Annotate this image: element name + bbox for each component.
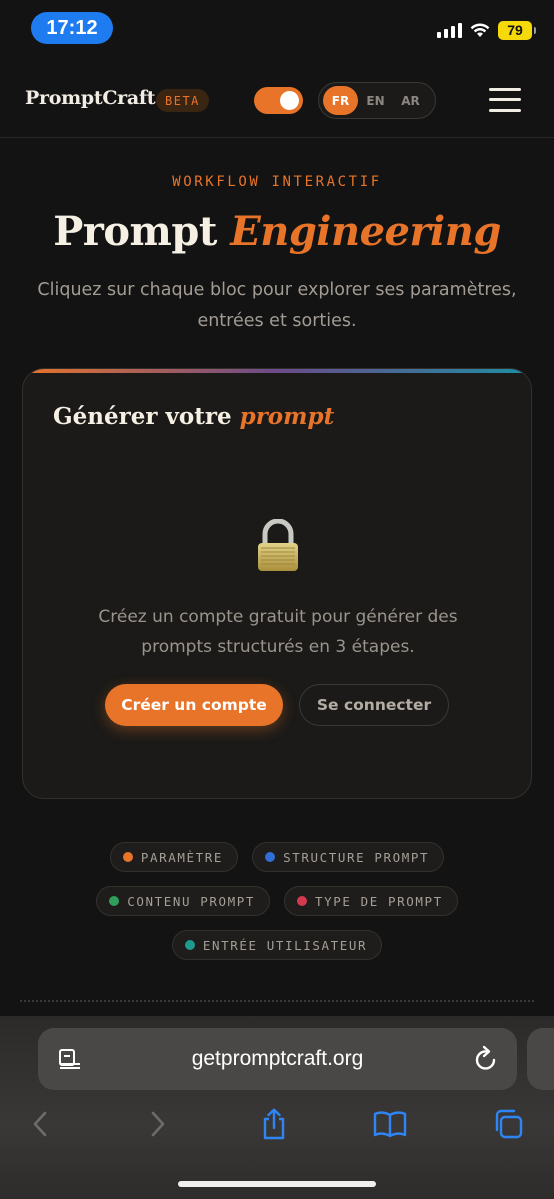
- legend-dot: [109, 896, 120, 906]
- title-accent: Engineering: [230, 208, 501, 255]
- language-switcher: FR EN AR: [318, 82, 436, 119]
- legend-chip-structure[interactable]: STRUCTURE PROMPT: [252, 842, 445, 872]
- legend-label: CONTENU PROMPT: [127, 893, 255, 909]
- create-account-button[interactable]: Créer un compte: [105, 684, 283, 726]
- status-indicators: 79: [437, 20, 536, 40]
- legend-label: TYPE DE PROMPT: [315, 893, 443, 909]
- address-bar[interactable]: getpromptcraft.org: [38, 1028, 517, 1090]
- reload-icon[interactable]: [473, 1045, 499, 1073]
- login-button[interactable]: Se connecter: [299, 684, 449, 726]
- status-bar: 17:12 79: [0, 0, 554, 56]
- title-plain: Prompt: [53, 208, 217, 255]
- legend-chip-entree[interactable]: ENTRÉE UTILISATEUR: [171, 930, 383, 960]
- legend-chip-contenu[interactable]: CONTENU PROMPT: [96, 886, 270, 916]
- legend-chip-type[interactable]: TYPE DE PROMPT: [284, 886, 458, 916]
- legend-dot: [184, 940, 195, 950]
- share-icon[interactable]: [256, 1106, 292, 1142]
- hamburger-menu-icon[interactable]: [489, 88, 521, 112]
- browser-chrome: getpromptcraft.org: [0, 1016, 554, 1199]
- legend-dot: [122, 852, 133, 862]
- beta-badge: BETA: [156, 89, 209, 112]
- url-text[interactable]: getpromptcraft.org: [38, 1028, 517, 1090]
- wifi-icon: [470, 23, 490, 37]
- lock-icon: [258, 519, 298, 571]
- legend-label: STRUCTURE PROMPT: [283, 849, 430, 865]
- top-nav: PromptCraft BETA FR EN AR: [0, 56, 554, 138]
- bookmarks-icon[interactable]: [372, 1106, 408, 1142]
- legend-label: ENTRÉE UTILISATEUR: [202, 937, 368, 953]
- next-tab-preview[interactable]: [527, 1028, 554, 1090]
- legend-dot: [265, 852, 276, 862]
- card-title-accent: prompt: [239, 403, 335, 430]
- theme-toggle[interactable]: [254, 87, 303, 114]
- back-icon[interactable]: [22, 1106, 58, 1142]
- card-title: Générer votre prompt: [53, 403, 334, 430]
- forward-icon[interactable]: [140, 1106, 176, 1142]
- lang-fr[interactable]: FR: [323, 86, 358, 115]
- logo[interactable]: PromptCraft: [25, 87, 156, 109]
- battery-icon: 79: [498, 20, 536, 40]
- card-accent-bar: [23, 369, 531, 373]
- generate-prompt-card: Générer votre prompt Créez un compte gra…: [22, 368, 532, 799]
- status-time[interactable]: 17:12: [31, 12, 113, 44]
- legend-dot: [297, 896, 307, 906]
- lang-en[interactable]: EN: [358, 86, 393, 115]
- browser-toolbar: [0, 1106, 554, 1146]
- section-eyebrow: WORKFLOW INTERACTIF: [172, 174, 382, 190]
- card-message: Créez un compte gratuit pour générer des…: [98, 607, 458, 657]
- signal-icon: [437, 22, 462, 38]
- toggle-knob: [280, 91, 299, 110]
- legend: PARAMÈTRE STRUCTURE PROMPT CONTENU PROMP…: [0, 842, 554, 974]
- legend-label: PARAMÈTRE: [140, 849, 224, 865]
- section-divider: [20, 1000, 534, 1002]
- lang-ar[interactable]: AR: [393, 86, 428, 115]
- page-subtitle: Cliquez sur chaque bloc pour explorer se…: [37, 280, 517, 331]
- page-title: Prompt Engineering: [0, 208, 554, 255]
- card-title-plain: Générer votre: [53, 403, 232, 430]
- home-indicator: [178, 1181, 376, 1187]
- legend-chip-parametre[interactable]: PARAMÈTRE: [109, 842, 239, 872]
- tabs-icon[interactable]: [490, 1106, 526, 1142]
